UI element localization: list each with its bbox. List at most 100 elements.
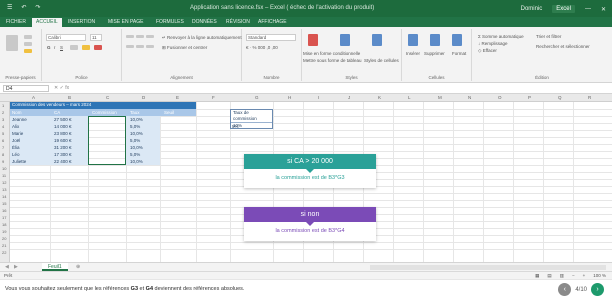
- number-format-select[interactable]: Standard: [246, 34, 296, 41]
- col-header[interactable]: P: [528, 95, 531, 100]
- row-header[interactable]: 21: [2, 243, 6, 248]
- cell-ca[interactable]: 23 800 €: [52, 130, 72, 137]
- row-header[interactable]: 8: [2, 152, 4, 157]
- cell-taux[interactable]: 5,0%: [128, 151, 140, 158]
- row-header[interactable]: 3: [2, 117, 4, 122]
- format-painter-icon[interactable]: [24, 49, 32, 53]
- col-header[interactable]: K: [378, 95, 381, 100]
- sheet-nav-right-icon[interactable]: ▶: [14, 263, 18, 271]
- row-header[interactable]: 19: [2, 229, 6, 234]
- horizontal-scrollbar[interactable]: [370, 265, 606, 270]
- format-cells-icon[interactable]: [452, 34, 462, 46]
- cell-styles-label[interactable]: Styles de cellules: [364, 58, 399, 63]
- cell-name[interactable]: Élia: [10, 144, 20, 151]
- header-commission[interactable]: Commission: [90, 109, 117, 116]
- cell-styles-icon[interactable]: [372, 34, 382, 46]
- col-header[interactable]: A: [32, 95, 35, 100]
- row-header[interactable]: 5: [2, 131, 4, 136]
- name-box[interactable]: D4: [3, 85, 49, 92]
- row-header[interactable]: 7: [2, 145, 4, 150]
- col-header[interactable]: G: [255, 95, 259, 100]
- sheet-nav-left-icon[interactable]: ◀: [5, 263, 9, 271]
- row-header[interactable]: 15: [2, 201, 6, 206]
- find-button[interactable]: Rechercher et sélectionner: [536, 44, 590, 49]
- insert-cells-icon[interactable]: [408, 34, 418, 46]
- col-header[interactable]: L: [408, 95, 411, 100]
- conditional-format-icon[interactable]: [308, 34, 318, 46]
- cell-name[interactable]: Joël: [10, 137, 20, 144]
- spreadsheet-grid[interactable]: A B C D E F G H I J K L M N O P Q R 1 2 …: [0, 94, 612, 262]
- cell-taux[interactable]: 5,0%: [128, 137, 140, 144]
- cell-ca[interactable]: 27 500 €: [52, 116, 72, 123]
- col-header[interactable]: I: [318, 95, 319, 100]
- col-header[interactable]: C: [106, 95, 109, 100]
- font-color-icon[interactable]: [94, 45, 102, 50]
- share-button[interactable]: Excel: [552, 5, 575, 13]
- cell-name[interactable]: Juliette: [10, 158, 26, 165]
- minimize-icon[interactable]: —: [585, 6, 591, 12]
- row-header[interactable]: 22: [2, 250, 6, 255]
- italic-button[interactable]: I: [54, 45, 55, 50]
- enter-icon[interactable]: ✓: [60, 85, 64, 91]
- conditional-format-label[interactable]: Mise en forme conditionnelle: [303, 51, 360, 56]
- header-taux[interactable]: Taux: [128, 109, 140, 116]
- selected-range[interactable]: [88, 116, 126, 165]
- redo-icon[interactable]: ↷: [35, 4, 40, 11]
- tab-view[interactable]: AFFICHAGE: [258, 19, 287, 25]
- row-header[interactable]: 11: [2, 173, 6, 178]
- row-header[interactable]: 16: [2, 208, 6, 213]
- table-title[interactable]: Commission des vendeurs – mars 2024: [10, 102, 196, 109]
- fill-button[interactable]: ↓ Remplissage: [478, 41, 508, 46]
- col-header[interactable]: Q: [558, 95, 562, 100]
- tab-page-layout[interactable]: MISE EN PAGE: [108, 19, 143, 25]
- align-left-icon[interactable]: [126, 45, 134, 48]
- table-format-label[interactable]: Mettre sous forme de tableau: [303, 58, 362, 63]
- clear-button[interactable]: ◇ Effacer: [478, 48, 497, 54]
- font-name-select[interactable]: Calibri: [46, 34, 86, 41]
- align-center-icon[interactable]: [136, 45, 144, 48]
- align-top-icon[interactable]: [126, 35, 134, 38]
- col-header[interactable]: E: [176, 95, 179, 100]
- cell-name[interactable]: Jeanne: [10, 116, 27, 123]
- col-header[interactable]: H: [288, 95, 291, 100]
- cell-name[interactable]: Marie: [10, 130, 23, 137]
- row-header[interactable]: 2: [2, 110, 4, 115]
- cell-taux[interactable]: 10,0%: [128, 158, 143, 165]
- add-sheet-icon[interactable]: ⊕: [76, 263, 80, 271]
- header-ca[interactable]: CA: [52, 109, 60, 116]
- wrap-text-button[interactable]: ↵ Renvoyer à la ligne automatiquement: [162, 35, 242, 41]
- delete-label[interactable]: Supprimer: [424, 51, 445, 56]
- underline-button[interactable]: S: [60, 45, 63, 50]
- tab-formulas[interactable]: FORMULES: [156, 19, 184, 25]
- cell-name[interactable]: Léo: [10, 151, 20, 158]
- col-header[interactable]: N: [468, 95, 471, 100]
- col-header[interactable]: M: [438, 95, 442, 100]
- row-header[interactable]: 14: [2, 194, 6, 199]
- cancel-icon[interactable]: ✕: [54, 85, 58, 91]
- cell-taux[interactable]: 5,0%: [128, 123, 140, 130]
- col-header[interactable]: J: [348, 95, 350, 100]
- row-header[interactable]: 12: [2, 180, 6, 185]
- row-header[interactable]: 20: [2, 236, 6, 241]
- format-label[interactable]: Format: [452, 51, 466, 56]
- close-icon[interactable]: ✕: [601, 6, 606, 13]
- cell-ca[interactable]: 19 600 €: [52, 137, 72, 144]
- col-header[interactable]: F: [212, 95, 215, 100]
- cell-ca[interactable]: 17 300 €: [52, 151, 72, 158]
- row-header[interactable]: 1: [2, 103, 4, 108]
- row-header[interactable]: 13: [2, 187, 6, 192]
- header-name[interactable]: Nom: [10, 109, 22, 116]
- row-header[interactable]: 18: [2, 222, 6, 227]
- col-header[interactable]: D: [142, 95, 145, 100]
- cell-ca[interactable]: 31 200 €: [52, 144, 72, 151]
- cell-taux[interactable]: 10,0%: [128, 144, 143, 151]
- menu-icon[interactable]: ☰: [7, 4, 12, 11]
- cell-taux[interactable]: 10,0%: [128, 130, 143, 137]
- col-header[interactable]: O: [498, 95, 502, 100]
- sort-button[interactable]: Trier et filtrer: [536, 34, 561, 39]
- paste-icon[interactable]: [6, 35, 18, 51]
- sheet-tab-feuil1[interactable]: Feuil1: [42, 263, 68, 271]
- merge-button[interactable]: ⊞ Fusionner et centrer: [162, 45, 207, 51]
- tab-review[interactable]: RÉVISION: [226, 19, 250, 25]
- number-format-buttons[interactable]: € · % 000 ,0 ,00: [246, 45, 278, 50]
